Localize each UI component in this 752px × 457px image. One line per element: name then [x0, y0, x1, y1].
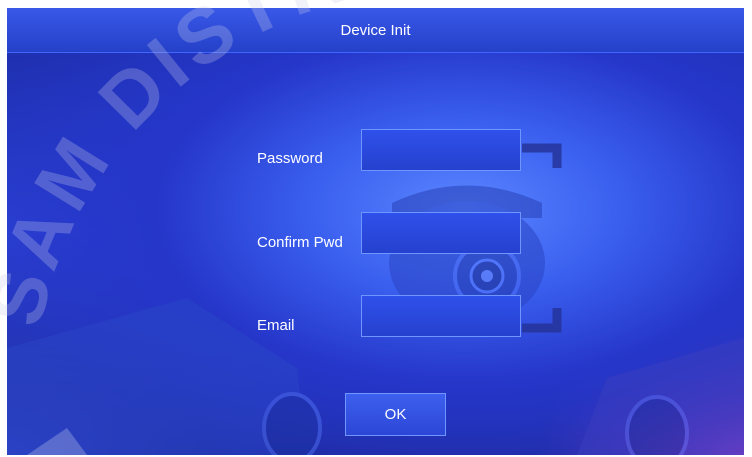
- device-init-dialog: Device Init Password Confirm Pwd Email O…: [7, 8, 744, 455]
- password-input[interactable]: [361, 129, 521, 171]
- ok-button[interactable]: OK: [345, 393, 446, 436]
- confirm-password-label: Confirm Pwd: [257, 234, 343, 251]
- email-input[interactable]: [361, 295, 521, 337]
- confirm-password-input[interactable]: [361, 212, 521, 254]
- title-bar: Device Init: [7, 8, 744, 53]
- email-label: Email: [257, 317, 295, 334]
- password-label: Password: [257, 150, 323, 167]
- window-title: Device Init: [340, 21, 411, 39]
